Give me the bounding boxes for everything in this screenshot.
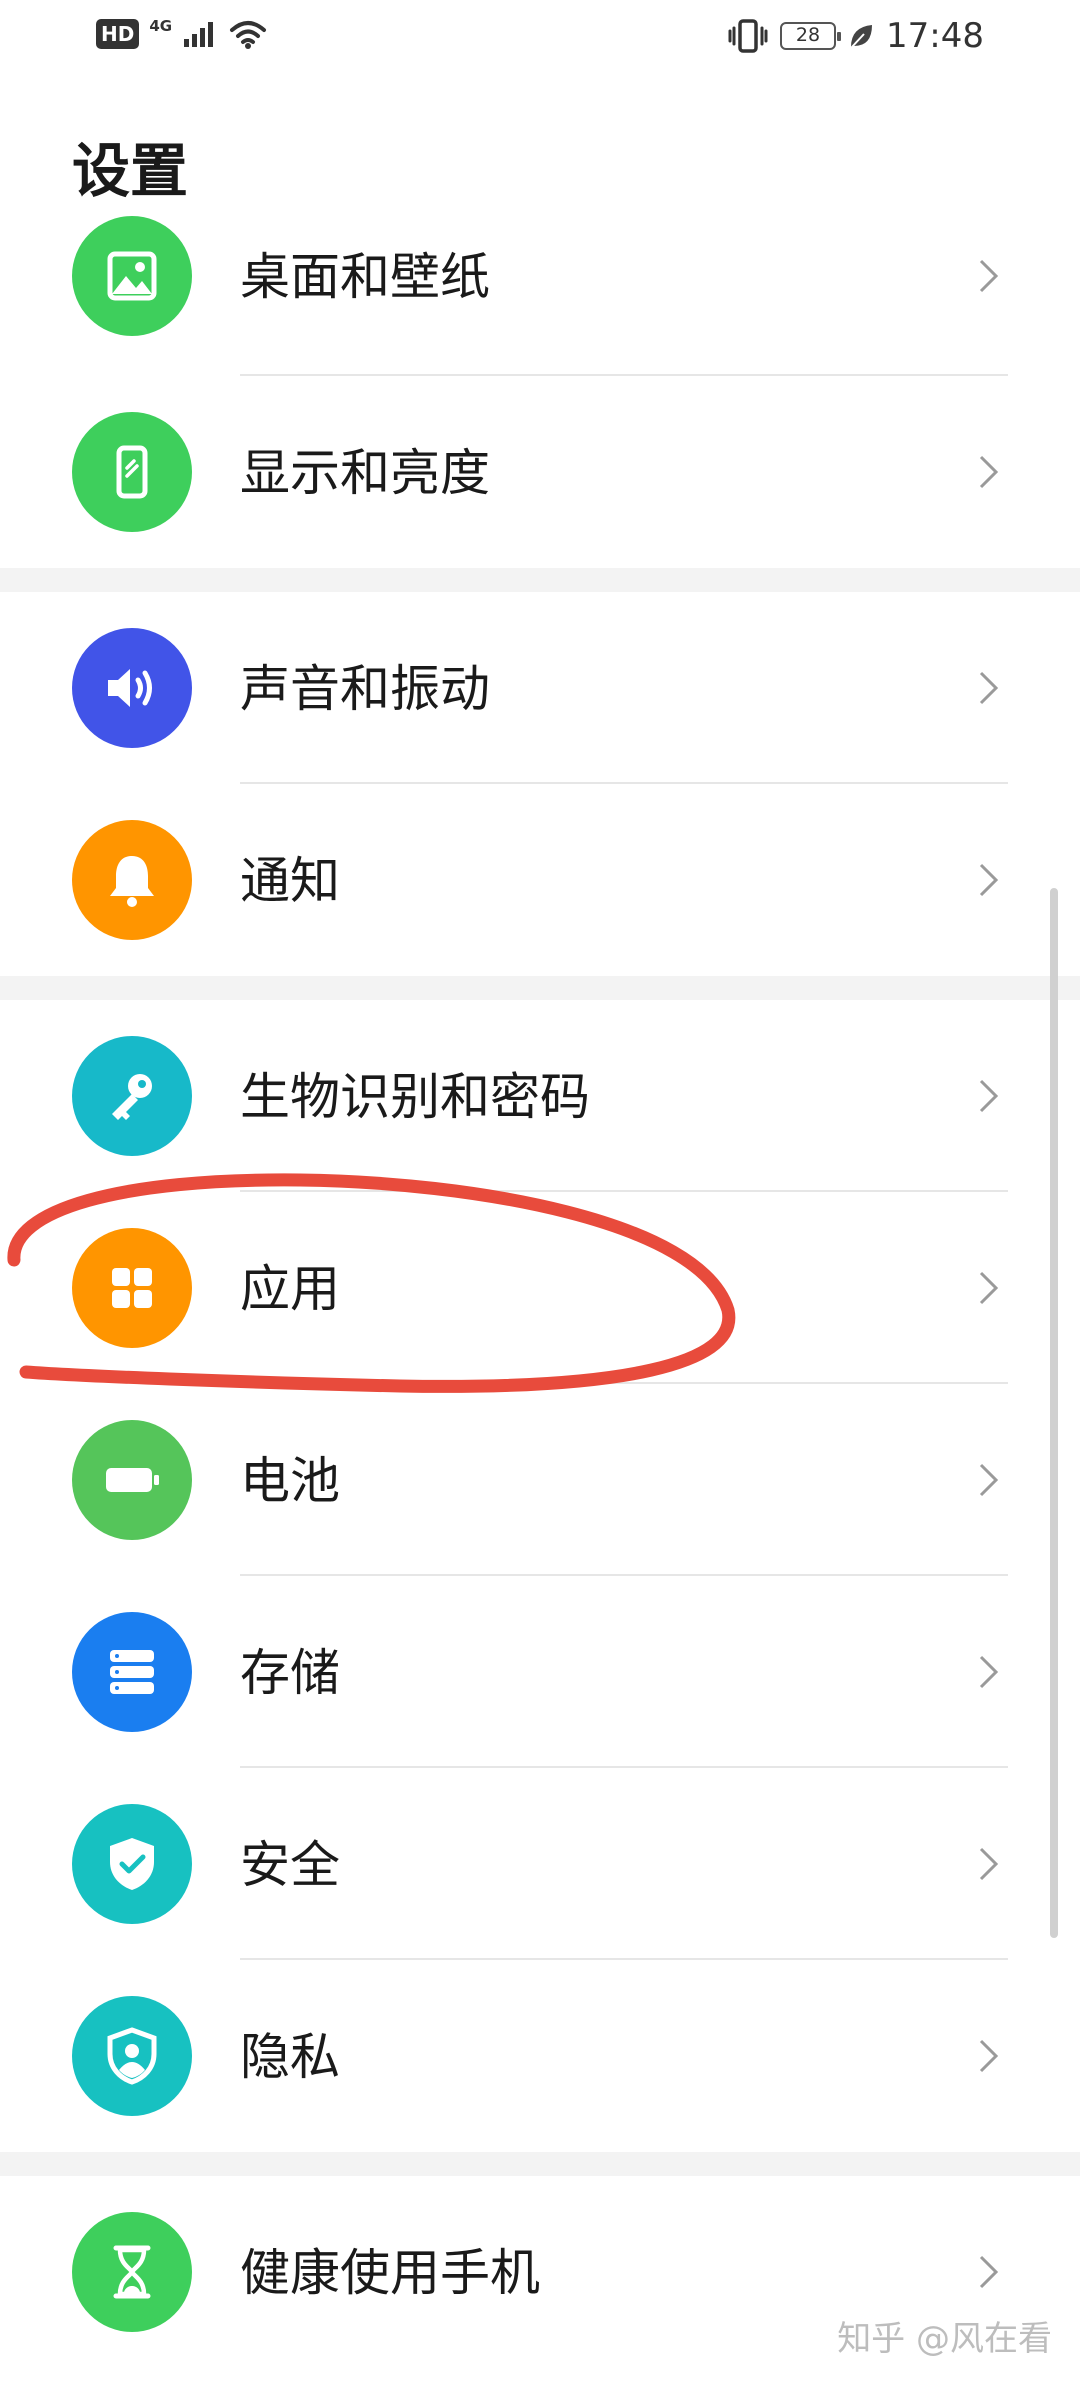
- scrollbar[interactable]: [1050, 888, 1058, 1938]
- leaf-icon: [850, 25, 873, 49]
- network-type: 4G: [149, 17, 173, 35]
- settings-item-label: 存储: [240, 1644, 340, 1702]
- shield-icon: [72, 1804, 192, 1924]
- group-separator: [0, 976, 1080, 1000]
- display-icon: [72, 412, 192, 532]
- battery-indicator: 28: [780, 22, 842, 50]
- settings-item-sound[interactable]: 声音和振动: [0, 592, 1080, 784]
- chevron-right-icon: [979, 259, 999, 293]
- settings-item-apps[interactable]: 应用: [0, 1192, 1080, 1384]
- chevron-right-icon: [979, 2039, 999, 2073]
- settings-item-biometrics[interactable]: 生物识别和密码: [0, 1000, 1080, 1192]
- settings-item-label: 桌面和壁纸: [240, 248, 490, 306]
- settings-item-label: 声音和振动: [240, 660, 490, 718]
- settings-list: 桌面和壁纸 显示和亮度 声音和振动 通知 生物识别和密码 应用 电池 存储 安全…: [0, 216, 1080, 2368]
- chevron-right-icon: [979, 455, 999, 489]
- chevron-right-icon: [979, 671, 999, 705]
- settings-item-label: 生物识别和密码: [240, 1068, 590, 1126]
- settings-item-label: 电池: [240, 1452, 340, 1510]
- apps-icon: [72, 1228, 192, 1348]
- vibrate-icon: [728, 19, 768, 53]
- watermark: 知乎 @风在看: [837, 2319, 1052, 2359]
- settings-item-label: 安全: [240, 1836, 340, 1894]
- status-left: HD 4G: [96, 17, 268, 50]
- settings-item-label: 通知: [240, 852, 340, 910]
- group-separator: [0, 568, 1080, 592]
- status-bar: HD 4G 28 17:48: [0, 0, 1080, 80]
- settings-item-label: 隐私: [240, 2028, 340, 2086]
- group-separator: [0, 2152, 1080, 2176]
- hd-badge: HD: [96, 19, 140, 49]
- privacy-icon: [72, 1996, 192, 2116]
- settings-item-privacy[interactable]: 隐私: [0, 1960, 1080, 2152]
- settings-item-display[interactable]: 显示和亮度: [0, 376, 1080, 568]
- chevron-right-icon: [979, 2255, 999, 2289]
- page-title: 设置: [72, 137, 189, 205]
- chevron-right-icon: [979, 1847, 999, 1881]
- hourglass-icon: [72, 2212, 192, 2332]
- clock: 17:48: [886, 16, 984, 56]
- key-icon: [72, 1036, 192, 1156]
- bell-icon: [72, 820, 192, 940]
- settings-item-label: 应用: [240, 1260, 340, 1318]
- wallpaper-icon: [72, 216, 192, 336]
- sound-icon: [72, 628, 192, 748]
- settings-item-label: 健康使用手机: [240, 2244, 540, 2302]
- chevron-right-icon: [979, 863, 999, 897]
- chevron-right-icon: [979, 1463, 999, 1497]
- settings-item-wallpaper[interactable]: 桌面和壁纸: [0, 216, 1080, 376]
- chevron-right-icon: [979, 1271, 999, 1305]
- settings-item-security[interactable]: 安全: [0, 1768, 1080, 1960]
- storage-icon: [72, 1612, 192, 1732]
- chevron-right-icon: [979, 1079, 999, 1113]
- chevron-right-icon: [979, 1655, 999, 1689]
- settings-item-storage[interactable]: 存储: [0, 1576, 1080, 1768]
- battery-icon: [72, 1420, 192, 1540]
- signal-icon: [184, 22, 214, 47]
- settings-item-label: 显示和亮度: [240, 444, 490, 502]
- settings-item-battery[interactable]: 电池: [0, 1384, 1080, 1576]
- wifi-icon: [230, 21, 267, 49]
- status-right: 28 17:48: [728, 16, 984, 56]
- settings-item-notifications[interactable]: 通知: [0, 784, 1080, 976]
